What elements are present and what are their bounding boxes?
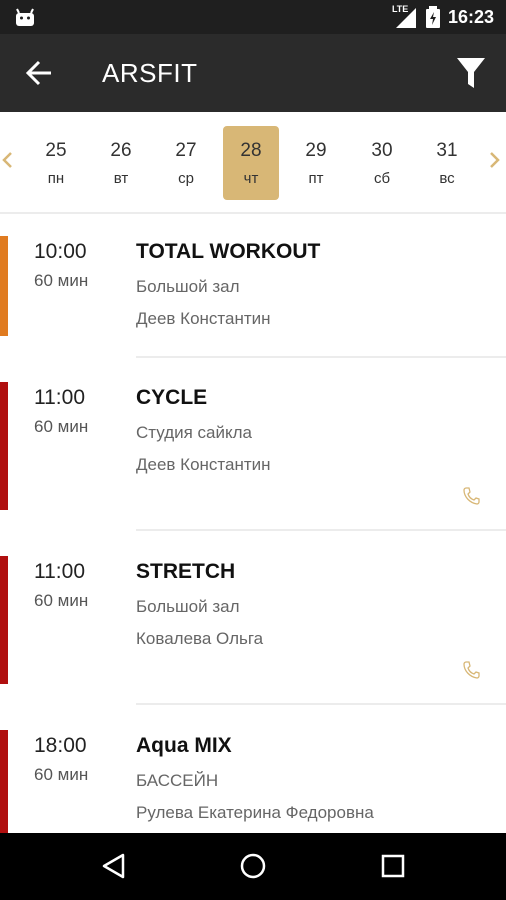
phone-icon[interactable]: [462, 486, 480, 506]
class-name: TOTAL WORKOUT: [136, 240, 321, 263]
date-number: 31: [436, 140, 458, 161]
chevron-right-icon[interactable]: [488, 150, 502, 170]
class-schedule-list: 10:00 60 мин TOTAL WORKOUT Большой зал Деев …: [0, 214, 506, 833]
class-duration: 60 мин: [34, 417, 89, 436]
class-room: Большой зал: [136, 597, 240, 616]
class-coach: Ковалева Ольга: [136, 629, 264, 648]
circle-home-icon[interactable]: [238, 851, 268, 881]
class-color-bar: [0, 236, 8, 336]
date-weekday: пн: [47, 170, 65, 187]
chevron-left-icon[interactable]: [0, 150, 14, 170]
page-title: ARSFIT: [102, 58, 198, 88]
class-item[interactable]: 11:00 60 мин CYCLE Студия сайкла Деев Конста…: [0, 382, 506, 510]
class-item[interactable]: 18:00 60 мин Aqua MIX БАССЕЙН Рулева Екатери…: [0, 730, 506, 833]
class-time: 11:00: [34, 560, 85, 583]
class-duration: 60 мин: [34, 765, 89, 784]
date-28[interactable]: 28 чт: [223, 126, 279, 200]
class-time: 18:00: [34, 734, 87, 757]
class-color-bar: [0, 556, 8, 684]
square-recents-icon[interactable]: [378, 851, 408, 881]
date-weekday: сб: [373, 170, 391, 187]
class-name: Aqua MIX: [136, 734, 232, 757]
class-color-bar: [0, 730, 8, 833]
class-room: Студия сайкла: [136, 423, 252, 442]
divider: [136, 356, 506, 358]
navigation-bar: [0, 833, 506, 900]
battery-icon: [425, 6, 440, 28]
status-bar: LTE 16:23: [0, 0, 506, 34]
date-number: 28: [240, 140, 262, 161]
class-coach: Рулева Екатерина Федоровна: [136, 803, 374, 822]
class-name: CYCLE: [136, 386, 208, 409]
android-icon: [16, 8, 34, 26]
class-item[interactable]: 11:00 60 мин STRETCH Большой зал Ковалева Ол…: [0, 556, 506, 684]
date-number: 26: [110, 140, 132, 161]
signal-icon: LTE: [392, 4, 418, 28]
date-27[interactable]: 27 ср: [158, 126, 214, 200]
date-29[interactable]: 29 пт: [288, 126, 344, 200]
class-duration: 60 мин: [34, 591, 89, 610]
divider: [136, 529, 506, 531]
date-26[interactable]: 26 вт: [93, 126, 149, 200]
date-25[interactable]: 25 пн: [28, 126, 84, 200]
app-bar: ARSFIT: [0, 34, 506, 112]
class-item[interactable]: 10:00 60 мин TOTAL WORKOUT Большой зал Деев …: [0, 236, 506, 336]
date-weekday: вс: [439, 170, 455, 187]
date-number: 29: [305, 140, 327, 161]
class-time: 11:00: [34, 386, 85, 409]
date-number: 30: [371, 140, 393, 161]
class-color-bar: [0, 382, 8, 510]
divider: [136, 703, 506, 705]
class-coach: Деев Константин: [136, 309, 271, 328]
class-room: Большой зал: [136, 277, 240, 296]
class-room: БАССЕЙН: [136, 771, 219, 790]
clock: 16:23: [447, 6, 494, 27]
class-name: STRETCH: [136, 560, 236, 583]
class-duration: 60 мин: [34, 271, 89, 290]
triangle-back-icon[interactable]: [99, 851, 129, 881]
date-weekday: ср: [178, 170, 194, 187]
class-time: 10:00: [34, 240, 87, 263]
date-weekday: чт: [243, 170, 259, 187]
date-number: 27: [175, 140, 197, 161]
arrow-left-icon[interactable]: [24, 58, 54, 88]
date-weekday: вт: [113, 170, 129, 187]
date-31[interactable]: 31 вс: [419, 126, 475, 200]
phone-icon[interactable]: [462, 660, 480, 680]
filter-icon[interactable]: [456, 56, 486, 90]
date-30[interactable]: 30 сб: [354, 126, 410, 200]
date-number: 25: [45, 140, 67, 161]
class-coach: Деев Константин: [136, 455, 271, 474]
date-weekday: пт: [308, 170, 324, 187]
date-picker: 25 пн 26 вт 27 ср 28 чт 29 пт 30 сб 31 вс: [0, 112, 506, 214]
